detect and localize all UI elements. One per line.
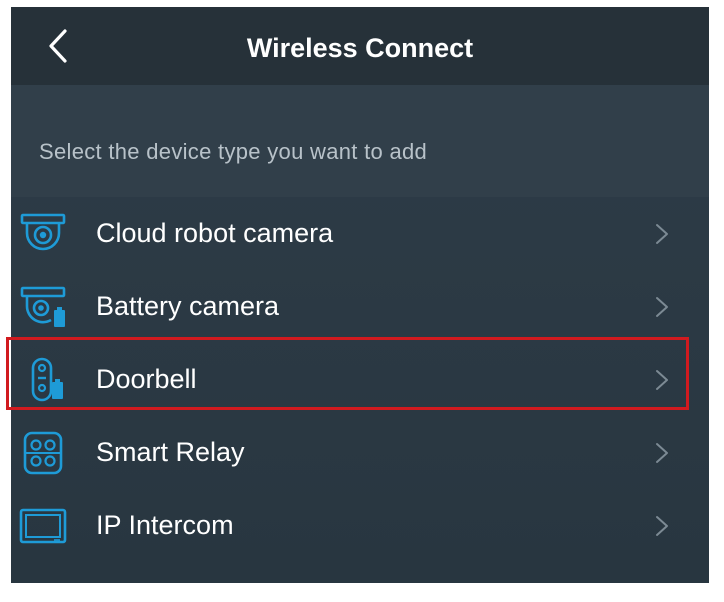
- app-screen: Wireless Connect Select the device type …: [11, 7, 709, 583]
- chevron-right-icon: [656, 443, 668, 463]
- instruction-text: Select the device type you want to add: [39, 139, 428, 164]
- monitor-icon: [19, 508, 67, 544]
- chevron-right-icon: [656, 516, 668, 536]
- device-label: Doorbell: [96, 364, 197, 394]
- battery-camera-icon: [20, 286, 66, 327]
- device-row-cloud-robot-camera[interactable]: Cloud robot camera: [11, 197, 709, 270]
- device-label: Battery camera: [96, 291, 280, 321]
- relay-icon: [23, 431, 63, 475]
- chevron-left-icon: [49, 29, 67, 63]
- device-row-smart-relay[interactable]: Smart Relay: [11, 416, 709, 489]
- page-title: Wireless Connect: [246, 33, 474, 63]
- instruction-area: Select the device type you want to add: [11, 85, 709, 197]
- device-label: IP Intercom: [96, 510, 234, 540]
- device-row-doorbell[interactable]: Doorbell: [11, 343, 709, 416]
- app-header: Wireless Connect: [11, 7, 709, 85]
- device-type-list: Cloud robot camera Battery camera Doorbe…: [11, 197, 709, 562]
- chevron-right-icon: [656, 297, 668, 317]
- device-label: Smart Relay: [96, 437, 245, 467]
- device-label: Cloud robot camera: [96, 218, 334, 248]
- chevron-right-icon: [656, 370, 668, 390]
- back-button[interactable]: [41, 25, 81, 65]
- chevron-right-icon: [656, 224, 668, 244]
- device-row-battery-camera[interactable]: Battery camera: [11, 270, 709, 343]
- doorbell-icon: [31, 357, 63, 402]
- dome-camera-icon: [20, 213, 66, 251]
- device-row-ip-intercom[interactable]: IP Intercom: [11, 489, 709, 562]
